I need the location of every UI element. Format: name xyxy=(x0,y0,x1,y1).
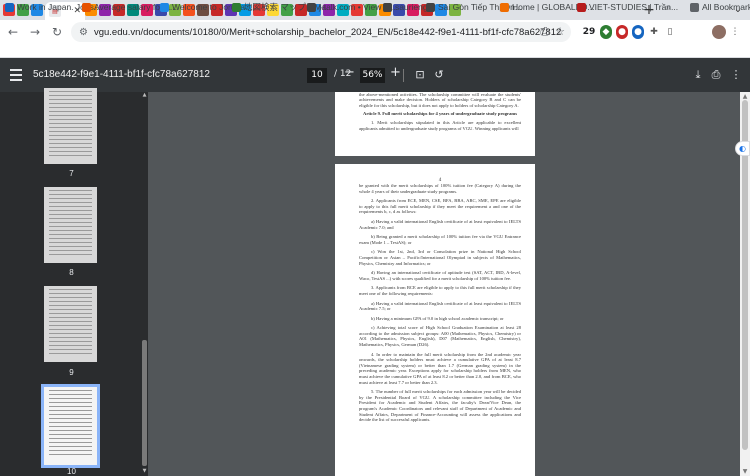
page-paragraph: 5. The number of full merit scholarships… xyxy=(359,389,521,423)
forward-button[interactable]: → xyxy=(26,23,44,41)
star-icon[interactable]: ☆ xyxy=(555,25,565,39)
thumbnail-number: 9 xyxy=(69,368,74,377)
pdf-title: 5c18e442-f9e1-4111-bf1f-cfc78a627812 xyxy=(33,69,210,80)
bookmarks-bar xyxy=(0,44,750,58)
page-thumbnail-selected[interactable] xyxy=(41,384,100,468)
bookmark-icon xyxy=(500,2,509,12)
pdf-page-previous: tuition fee scholarship. The reasoned st… xyxy=(335,92,535,156)
page-paragraph: 1. Merit scholarships stipulated in this… xyxy=(359,119,521,131)
print-icon[interactable]: ⎙ xyxy=(709,68,723,82)
page-paragraph: c) Won the 1st, 2nd, 3rd or Consolation … xyxy=(359,249,521,266)
pdf-page-current: 4 be granted with the merit scholarships… xyxy=(335,164,535,476)
extension-icon[interactable]: ● xyxy=(616,25,628,39)
fit-page-icon[interactable]: ⊡ xyxy=(413,68,427,82)
bookmark-icon xyxy=(82,2,91,12)
ext-count-badge[interactable]: 29 xyxy=(582,25,596,39)
page-paragraph: 2. Applicants from ECE, MEN, CSE, BFA, B… xyxy=(359,198,521,215)
sidebar-icon[interactable]: ▯ xyxy=(664,25,676,39)
scroll-down-icon[interactable]: ▼ xyxy=(141,468,148,474)
bookmark-icon xyxy=(5,2,14,12)
reload-button[interactable]: ↻ xyxy=(48,23,66,41)
translate-icon[interactable]: ⎙ xyxy=(540,25,549,39)
pdf-viewer: tuition fee scholarship. The reasoned st… xyxy=(148,92,740,476)
page-paragraph: 4. In order to maintain the full merit s… xyxy=(359,351,521,385)
bookmark-item[interactable]: saurieng xyxy=(383,1,428,13)
page-thumbnail[interactable] xyxy=(44,286,97,362)
avatar[interactable] xyxy=(712,25,726,39)
page-paragraph: be granted with the merit scholarships o… xyxy=(359,183,521,194)
bookmark-icon xyxy=(232,2,241,12)
thumbnail-number: 10 xyxy=(67,467,76,476)
page-thumbnail[interactable] xyxy=(44,187,97,263)
zoom-in-button[interactable]: + xyxy=(390,65,401,80)
site-info-icon[interactable]: ⚙ xyxy=(79,27,88,38)
toolbar-divider xyxy=(403,69,404,82)
extension-icon[interactable]: ● xyxy=(632,25,644,39)
page-paragraph: a) Having a valid international English … xyxy=(359,300,521,312)
extension-icon[interactable]: ◆ xyxy=(600,25,612,39)
zoom-level-input[interactable]: 56% xyxy=(360,68,385,83)
side-panel-toggle-icon[interactable]: ◐ xyxy=(735,141,750,156)
page-paragraph: a) Having a valid international English … xyxy=(359,218,521,230)
url-text: vgu.edu.vn/documents/10180/0/Merit+schol… xyxy=(93,26,562,38)
scroll-up-icon[interactable]: ▲ xyxy=(740,93,750,100)
page-paragraph: 3. Applicants from BCE are eligible to a… xyxy=(359,285,521,296)
bookmark-icon xyxy=(307,2,316,12)
all-bookmarks-button[interactable]: All Bookmarks xyxy=(690,1,750,13)
bookmark-icon xyxy=(577,2,586,12)
menu-icon[interactable] xyxy=(10,69,22,81)
page-paragraph: b) Being granted a merit scholarship of … xyxy=(359,234,521,245)
page-paragraph: d) Having an international certificate o… xyxy=(359,270,521,281)
page-paragraph: c) Achieving total score of High School … xyxy=(359,325,521,348)
thumbnail-number: 8 xyxy=(69,268,74,277)
bookmark-item[interactable]: VIET-STUDIES | Trần... xyxy=(577,1,678,13)
more-icon[interactable]: ⋮ xyxy=(729,68,743,82)
bookmark-icon xyxy=(160,2,169,12)
download-icon[interactable]: ⤓ xyxy=(691,68,705,82)
back-button[interactable]: ← xyxy=(4,23,22,41)
scroll-up-icon[interactable]: ▲ xyxy=(141,92,148,98)
zoom-out-button[interactable]: − xyxy=(344,65,355,80)
bookmark-icon xyxy=(426,2,435,12)
page-paragraph: tuition fee scholarship. The reasoned st… xyxy=(359,92,521,108)
page-thumbnail[interactable] xyxy=(44,88,97,164)
bookmark-icon xyxy=(383,2,392,12)
thumbnail-number: 7 xyxy=(69,169,74,178)
address-bar[interactable]: ⚙ vgu.edu.vn/documents/10180/0/Merit+sch… xyxy=(71,22,571,42)
page-number-input[interactable]: 10 xyxy=(307,68,327,83)
folder-icon xyxy=(690,2,699,12)
chevron-right-icon[interactable]: » xyxy=(666,1,671,13)
page-paragraph: b) Having a minimum GPA of 9.0 in high s… xyxy=(371,315,504,321)
sidebar-scrollbar-thumb[interactable] xyxy=(142,340,147,466)
scroll-down-icon[interactable]: ▼ xyxy=(740,468,750,475)
puzzle-icon[interactable]: ✚ xyxy=(648,25,660,39)
rotate-icon[interactable]: ↺ xyxy=(432,68,446,82)
article-heading: Article 9. Full merit scholarships for 4… xyxy=(363,111,517,117)
more-icon[interactable]: ⋮ xyxy=(730,25,740,39)
